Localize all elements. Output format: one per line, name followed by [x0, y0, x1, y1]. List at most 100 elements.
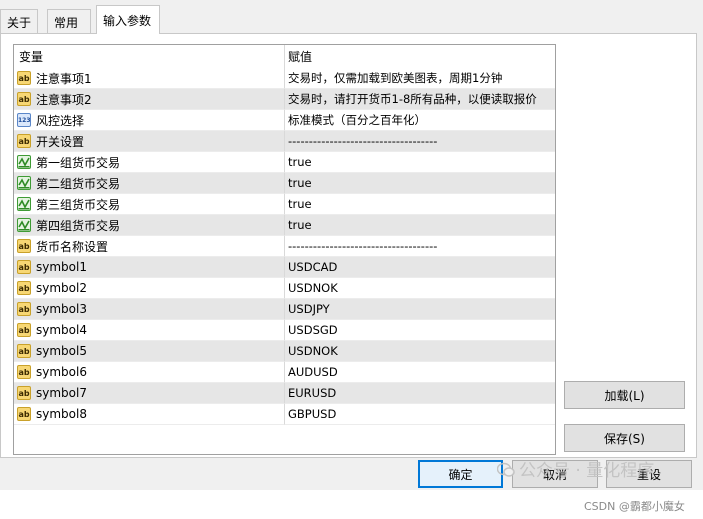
ab-string-icon: ab — [17, 71, 31, 85]
tab-common[interactable]: 常用 — [47, 9, 91, 33]
value-cell[interactable]: USDCAD — [285, 257, 555, 278]
ab-string-icon: ab — [17, 260, 31, 274]
variable-value: 交易时，请打开货币1-8所有品种，以便读取报价 — [288, 92, 537, 106]
variable-name: 第二组货币交易 — [36, 176, 121, 191]
table-row[interactable]: ab symbol7 EURUSD — [14, 383, 555, 404]
variable-value: EURUSD — [288, 386, 337, 400]
table-row[interactable]: ab symbol3 USDJPY — [14, 299, 555, 320]
variable-value: 标准模式（百分之百年化） — [288, 113, 426, 127]
value-cell[interactable]: 交易时，请打开货币1-8所有品种，以便读取报价 — [285, 89, 555, 110]
table-row[interactable]: ab 货币名称设置 --------------------------------… — [14, 236, 555, 257]
bool-check-icon — [17, 197, 31, 211]
table-row[interactable]: 第二组货币交易 true — [14, 173, 555, 194]
grid-body: ab 注意事项1 交易时，仅需加载到欧美图表，周期1分钟 ab 注意事项2 交易时，请打开… — [14, 68, 555, 425]
variable-cell: ab 注意事项2 — [14, 89, 285, 110]
variable-name: 第四组货币交易 — [36, 218, 121, 233]
value-cell[interactable]: GBPUSD — [285, 404, 555, 425]
table-row[interactable]: ab 开关设置 ----------------------------------… — [14, 131, 555, 152]
variable-cell: ab symbol7 — [14, 383, 285, 404]
value-cell[interactable]: true — [285, 173, 555, 194]
variable-value: USDNOK — [288, 344, 338, 358]
variable-name: symbol5 — [36, 344, 87, 358]
value-cell[interactable]: USDSGD — [285, 320, 555, 341]
table-row[interactable]: ab symbol5 USDNOK — [14, 341, 555, 362]
value-cell[interactable]: 标准模式（百分之百年化） — [285, 110, 555, 131]
value-cell[interactable]: true — [285, 215, 555, 236]
variable-name: symbol4 — [36, 323, 87, 337]
value-cell[interactable]: AUDUSD — [285, 362, 555, 383]
table-row[interactable]: 123 风控选择 标准模式（百分之百年化） — [14, 110, 555, 131]
variable-cell: ab symbol4 — [14, 320, 285, 341]
table-row[interactable]: ab symbol2 USDNOK — [14, 278, 555, 299]
variable-name: symbol3 — [36, 302, 87, 316]
variable-name: 注意事项1 — [36, 71, 92, 86]
ab-string-icon: ab — [17, 281, 31, 295]
variable-cell: ab symbol2 — [14, 278, 285, 299]
variable-cell: 第四组货币交易 — [14, 215, 285, 236]
wechat-watermark: 公众号 · 量化程序 — [497, 456, 654, 481]
variable-cell: ab 注意事项1 — [14, 68, 285, 89]
table-row[interactable]: ab 注意事项1 交易时，仅需加载到欧美图表，周期1分钟 — [14, 68, 555, 89]
bool-check-icon — [17, 218, 31, 232]
ab-string-icon: ab — [17, 386, 31, 400]
table-row[interactable]: ab symbol6 AUDUSD — [14, 362, 555, 383]
value-cell[interactable]: ------------------------------------ — [285, 236, 555, 257]
tab-about-label: 关于 — [7, 16, 32, 30]
value-cell[interactable]: USDNOK — [285, 278, 555, 299]
value-cell[interactable]: EURUSD — [285, 383, 555, 404]
ab-string-icon: ab — [17, 365, 31, 379]
table-row[interactable]: ab symbol4 USDSGD — [14, 320, 555, 341]
wechat-icon — [497, 462, 515, 477]
table-row[interactable]: 第四组货币交易 true — [14, 215, 555, 236]
variable-value: true — [288, 197, 312, 211]
variable-value: USDJPY — [288, 302, 330, 316]
value-cell[interactable]: ------------------------------------ — [285, 131, 555, 152]
tab-about[interactable]: 关于 — [0, 9, 38, 33]
value-cell[interactable]: 交易时，仅需加载到欧美图表，周期1分钟 — [285, 68, 555, 89]
grid-header: 变量 赋值 — [14, 45, 555, 68]
value-cell[interactable]: USDNOK — [285, 341, 555, 362]
bool-check-icon — [17, 176, 31, 190]
variable-value: ------------------------------------ — [288, 134, 438, 148]
variable-cell: ab symbol5 — [14, 341, 285, 362]
variable-cell: 第二组货币交易 — [14, 173, 285, 194]
variable-name: symbol7 — [36, 386, 87, 400]
ab-string-icon: ab — [17, 323, 31, 337]
variable-value: true — [288, 218, 312, 232]
variable-name: 风控选择 — [36, 113, 85, 128]
table-row[interactable]: ab 注意事项2 交易时，请打开货币1-8所有品种，以便读取报价 — [14, 89, 555, 110]
header-variable[interactable]: 变量 — [14, 45, 285, 68]
value-cell[interactable]: true — [285, 152, 555, 173]
variable-name: symbol1 — [36, 260, 87, 274]
variable-value: ------------------------------------ — [288, 239, 438, 253]
tab-inputs[interactable]: 输入参数 — [96, 5, 160, 34]
variable-cell: ab symbol8 — [14, 404, 285, 425]
table-row[interactable]: ab symbol8 GBPUSD — [14, 404, 555, 425]
ab-string-icon: ab — [17, 239, 31, 253]
variable-value: GBPUSD — [288, 407, 337, 421]
tab-inputs-label: 输入参数 — [103, 14, 152, 28]
variable-cell: 第一组货币交易 — [14, 152, 285, 173]
table-row[interactable]: ab symbol1 USDCAD — [14, 257, 555, 278]
table-row[interactable]: 第三组货币交易 true — [14, 194, 555, 215]
table-row[interactable]: 第一组货币交易 true — [14, 152, 555, 173]
variable-value: true — [288, 155, 312, 169]
load-button[interactable]: 加载(L) — [564, 381, 685, 409]
tab-bar: 关于 常用 输入参数 — [0, 0, 703, 34]
parameters-grid: 变量 赋值 ab 注意事项1 交易时，仅需加载到欧美图表，周期1分钟 ab 注意事项2 交… — [13, 44, 556, 455]
value-cell[interactable]: true — [285, 194, 555, 215]
ab-string-icon: ab — [17, 302, 31, 316]
save-button[interactable]: 保存(S) — [564, 424, 685, 452]
ok-button[interactable]: 确定 — [418, 460, 503, 488]
variable-cell: ab symbol6 — [14, 362, 285, 383]
input-parameters-dialog: 关于 常用 输入参数 变量 赋值 ab 注意事项1 交易时，仅需加载到欧美图表，周期… — [0, 0, 703, 519]
variable-name: symbol2 — [36, 281, 87, 295]
csdn-watermark: CSDN @霸都小魔女 — [584, 500, 685, 513]
variable-name: symbol6 — [36, 365, 87, 379]
variable-cell: ab symbol1 — [14, 257, 285, 278]
header-value[interactable]: 赋值 — [285, 45, 555, 68]
variable-value: USDNOK — [288, 281, 338, 295]
123-enum-icon: 123 — [17, 113, 31, 127]
variable-cell: 123 风控选择 — [14, 110, 285, 131]
value-cell[interactable]: USDJPY — [285, 299, 555, 320]
